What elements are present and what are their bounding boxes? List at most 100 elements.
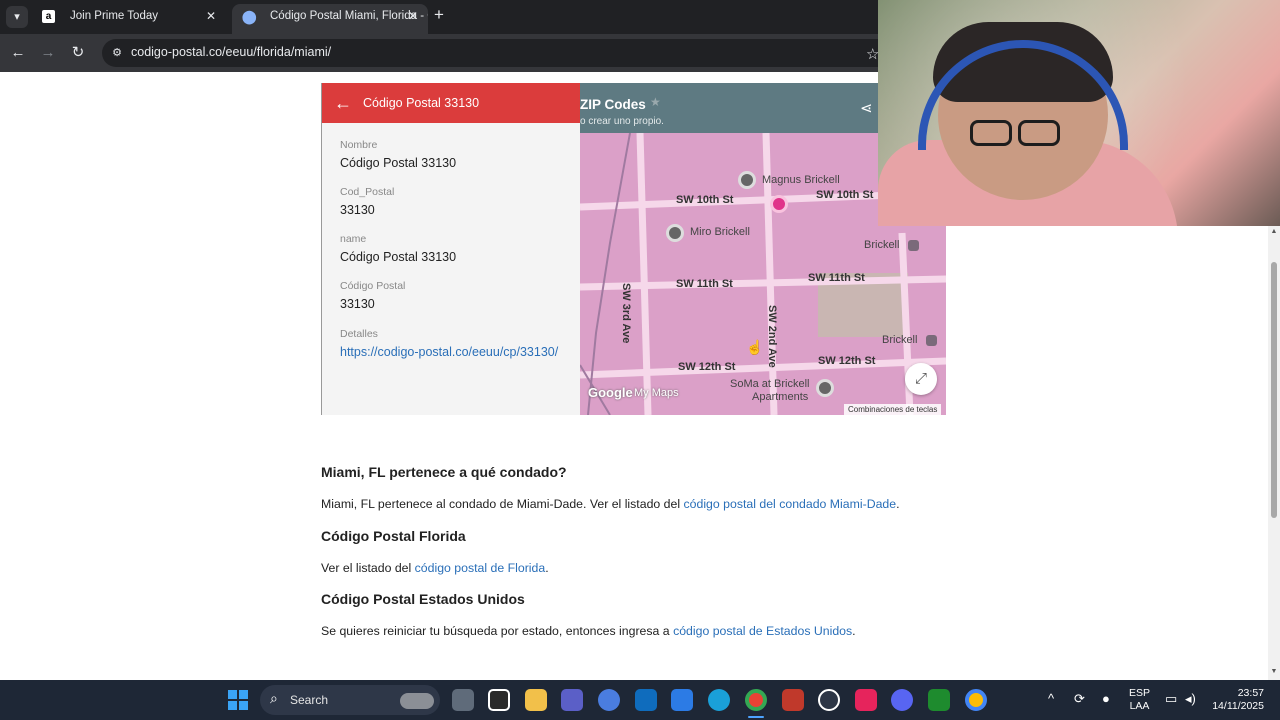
field-label: Cod_Postal <box>340 186 395 198</box>
panel-title: Código Postal 33130 <box>363 96 480 110</box>
microphone-icon[interactable]: ● <box>1102 691 1110 706</box>
map-title: ZIP Codes <box>580 97 646 112</box>
volume-icon[interactable]: ◂) <box>1185 691 1196 707</box>
site-info-icon[interactable]: ⚙ <box>110 46 124 60</box>
address-bar[interactable]: ⚙ codigo-postal.co/eeuu/florida/miami/ <box>102 39 902 67</box>
field-value: Código Postal 33130 <box>340 156 457 170</box>
copilot-icon[interactable] <box>598 689 620 711</box>
keyboard-shortcuts-link[interactable]: Combinaciones de teclas <box>844 404 942 415</box>
back-icon[interactable]: ← <box>8 43 28 63</box>
section-heading: Código Postal Florida <box>321 528 466 544</box>
obs-icon[interactable] <box>818 689 840 711</box>
street-label: SW 11th St <box>676 278 733 290</box>
period: . <box>852 624 856 638</box>
poi-label: SoMa at Brickell <box>730 378 810 390</box>
scroll-up-icon[interactable]: ▲ <box>1270 228 1278 236</box>
fullscreen-icon[interactable]: ⤢ <box>905 363 937 395</box>
new-tab-icon[interactable]: + <box>434 5 444 25</box>
app-x-icon[interactable] <box>782 689 804 711</box>
street-label: SW 10th St <box>816 189 874 201</box>
sync-icon[interactable]: ⟳ <box>1074 691 1085 707</box>
field-label: name <box>340 233 367 245</box>
taskbar-search[interactable]: ⌕ Search <box>260 685 440 715</box>
tab-codigo-postal[interactable]: ⬤ Código Postal Miami, Florida - C ✕ <box>232 4 428 34</box>
paragraph: Miami, FL pertenece al condado de Miami-… <box>321 497 900 511</box>
paragraph-text: Miami, FL pertenece al condado de Miami-… <box>321 497 684 511</box>
florida-zip-link[interactable]: código postal de Florida <box>415 561 546 575</box>
xbox-icon[interactable] <box>928 689 950 711</box>
file-explorer-icon[interactable] <box>525 689 547 711</box>
field-label: Código Postal <box>340 280 406 292</box>
paragraph-text: Se quieres reiniciar tu búsqueda por est… <box>321 624 674 638</box>
paragraph: Se quieres reiniciar tu búsqueda por est… <box>321 624 856 638</box>
tiktok-icon[interactable] <box>855 689 877 711</box>
map-embed: ← Código Postal 33130 Nombre Código Post… <box>321 83 946 415</box>
map-pin-icon[interactable] <box>738 171 756 189</box>
tab-search-button[interactable]: ▾ <box>6 6 28 28</box>
tab-title: Join Prime Today <box>70 10 158 22</box>
teams-icon[interactable] <box>561 689 583 711</box>
store-icon[interactable] <box>671 689 693 711</box>
tab-join-prime[interactable]: a Join Prime Today ✕ <box>32 4 226 34</box>
star-icon[interactable]: ★ <box>650 95 661 109</box>
layout-code: LAA <box>1129 700 1150 712</box>
map-header: ZIP Codes ★ o crear uno propio. ⋖ <box>580 83 880 133</box>
share-icon[interactable]: ⋖ <box>860 99 873 117</box>
transit-icon[interactable] <box>926 335 937 346</box>
close-icon[interactable]: ✕ <box>206 4 216 28</box>
map-pin-favicon-icon: ⬤ <box>242 9 257 24</box>
paragraph: Ver el listado del código postal de Flor… <box>321 561 549 575</box>
street-label: SW 3rd Ave <box>620 283 632 344</box>
reload-icon[interactable]: ↻ <box>68 43 88 63</box>
active-indicator <box>748 716 764 718</box>
clock[interactable]: 23:57 14/11/2025 <box>1206 687 1264 713</box>
period: . <box>545 561 549 575</box>
details-link[interactable]: https://codigo-postal.co/eeuu/cp/33130/ <box>340 345 558 359</box>
close-icon[interactable]: ✕ <box>408 4 418 28</box>
webcam-overlay <box>878 0 1280 226</box>
poi-label: Brickell <box>882 334 918 346</box>
back-arrow-icon[interactable]: ← <box>334 93 352 114</box>
glasses-lens <box>970 120 1012 146</box>
network-icon[interactable]: ▭ <box>1165 691 1177 707</box>
url-text: codigo-postal.co/eeuu/florida/miami/ <box>131 45 332 59</box>
map-pin-icon[interactable] <box>816 379 834 397</box>
transit-icon[interactable] <box>908 240 919 251</box>
panel-header: ← Código Postal 33130 <box>322 83 580 123</box>
scroll-thumb[interactable] <box>1271 262 1277 518</box>
glasses-lens <box>1018 120 1060 146</box>
roblox-icon[interactable] <box>488 689 510 711</box>
map-pin-icon[interactable] <box>666 224 684 242</box>
forward-icon[interactable]: → <box>38 43 58 63</box>
amazon-favicon-icon: a <box>42 10 55 23</box>
language-indicator[interactable]: ESP LAA <box>1129 687 1150 713</box>
search-icon: ⌕ <box>270 690 278 706</box>
scroll-down-icon[interactable]: ▼ <box>1270 668 1278 676</box>
edge-icon[interactable] <box>708 689 730 711</box>
hotel-pin-icon[interactable] <box>770 195 788 213</box>
search-highlight-image <box>400 693 434 709</box>
county-zip-link[interactable]: código postal del condado Miami-Dade <box>684 497 897 511</box>
outlook-icon[interactable] <box>635 689 657 711</box>
street-label: SW 12th St <box>818 355 876 367</box>
street-label: SW 2nd Ave <box>766 305 778 368</box>
chrome-icon[interactable] <box>745 689 767 711</box>
field-label: Nombre <box>340 139 378 151</box>
search-placeholder: Search <box>290 693 329 707</box>
poi-label: Brickell <box>864 239 900 251</box>
street-label: SW 11th St <box>808 272 865 284</box>
street-label: SW 12th St <box>678 361 736 373</box>
poi-label: Apartments <box>752 391 809 403</box>
section-heading: Miami, FL pertenece a qué condado? <box>321 464 567 480</box>
field-label: Detalles <box>340 328 378 340</box>
discord-icon[interactable] <box>891 689 913 711</box>
usa-zip-link[interactable]: código postal de Estados Unidos <box>673 624 852 638</box>
windows-start-icon[interactable] <box>228 690 248 710</box>
poi-label: Miro Brickell <box>690 226 750 238</box>
map-subtitle[interactable]: o crear uno propio. <box>580 116 664 127</box>
tray-chevron-icon[interactable]: ^ <box>1048 691 1054 706</box>
field-value: 33130 <box>340 297 375 311</box>
period: . <box>896 497 900 511</box>
task-view-icon[interactable] <box>452 689 474 711</box>
chrome-profile-icon[interactable] <box>965 689 987 711</box>
